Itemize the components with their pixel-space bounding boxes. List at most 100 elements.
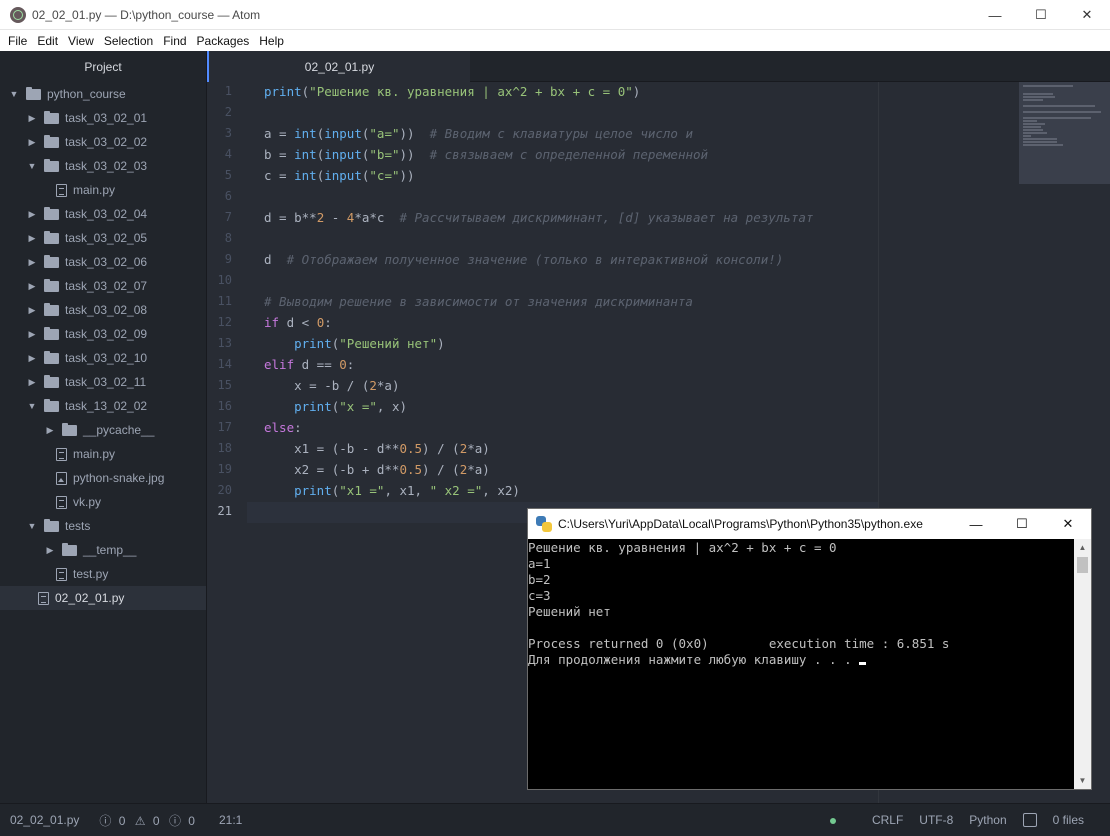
code-token: *a*c	[354, 210, 400, 225]
tree-folder[interactable]: ▶ task_03_02_06	[0, 250, 206, 274]
chevron-right-icon[interactable]: ▶	[26, 113, 38, 124]
console-scrollbar[interactable]: ▲ ▼	[1074, 539, 1091, 789]
code-line[interactable]: print("x =", x)	[264, 396, 407, 417]
menu-file[interactable]: File	[3, 34, 32, 48]
code-line[interactable]: d # Отображаем полученное значение (толь…	[264, 249, 783, 270]
tree-folder[interactable]: ▼ task_03_02_03	[0, 154, 206, 178]
line-number: 7	[224, 210, 232, 224]
grammar-selector[interactable]: Python	[969, 813, 1006, 827]
chevron-right-icon[interactable]: ▶	[26, 377, 38, 388]
chevron-right-icon[interactable]: ▶	[26, 257, 38, 268]
code-token: a =	[264, 126, 295, 141]
tree-folder[interactable]: ▶ task_03_02_11	[0, 370, 206, 394]
tree-folder[interactable]: ▶ task_03_02_07	[0, 274, 206, 298]
menu-help[interactable]: Help	[254, 34, 289, 48]
tree-file[interactable]: 02_02_01.py	[0, 586, 206, 610]
chevron-right-icon[interactable]: ▶	[26, 137, 38, 148]
scrollbar-thumb[interactable]	[1077, 557, 1088, 573]
scroll-up-arrow-icon[interactable]: ▲	[1074, 539, 1091, 556]
menu-packages[interactable]: Packages	[192, 34, 255, 48]
code-line[interactable]: # Выводим решение в зависимости от значе…	[264, 291, 693, 312]
console-minimize-button[interactable]: —	[953, 509, 999, 539]
menu-view[interactable]: View	[63, 34, 99, 48]
code-token: ) / (	[422, 462, 460, 477]
code-line[interactable]: print("Решение кв. уравнения | ax^2 + bx…	[264, 81, 640, 102]
code-line[interactable]: d = b**2 - 4*a*c # Рассчитываем дискрими…	[264, 207, 813, 228]
tab-active-file[interactable]: 02_02_01.py	[207, 51, 470, 82]
chevron-right-icon[interactable]: ▶	[26, 329, 38, 340]
code-token: "x1 ="	[339, 483, 385, 498]
tree-folder[interactable]: ▼ task_13_02_02	[0, 394, 206, 418]
tree-folder[interactable]: ▶ __temp__	[0, 538, 206, 562]
console-line: b=2	[528, 572, 551, 587]
menu-selection[interactable]: Selection	[99, 34, 158, 48]
chevron-right-icon[interactable]: ▶	[44, 425, 56, 436]
code-line[interactable]: b = int(input("b=")) # связываем с опред…	[264, 144, 708, 165]
tree-folder[interactable]: ▶ task_03_02_04	[0, 202, 206, 226]
tree-folder[interactable]: ▶ __pycache__	[0, 418, 206, 442]
code-line[interactable]: x1 = (-b - d**0.5) / (2*a)	[264, 438, 490, 459]
code-line[interactable]: print("x1 =", x1, " x2 =", x2)	[264, 480, 520, 501]
linter-status[interactable]: ⓘ 0 ⚠ 0 ⓘ 0	[99, 812, 195, 829]
chevron-right-icon[interactable]: ▶	[26, 281, 38, 292]
chevron-down-icon[interactable]: ▼	[26, 521, 38, 531]
file-encoding[interactable]: UTF-8	[919, 813, 953, 827]
tree-file[interactable]: vk.py	[0, 490, 206, 514]
tree-folder[interactable]: ▶ task_03_02_09	[0, 322, 206, 346]
error-count: 0	[118, 813, 126, 828]
code-line[interactable]: a = int(input("a=")) # Вводим с клавиату…	[264, 123, 693, 144]
folder-icon	[62, 542, 77, 556]
tree-folder[interactable]: ▼ python_course	[0, 82, 206, 106]
tree-folder[interactable]: ▼ tests	[0, 514, 206, 538]
chevron-right-icon[interactable]: ▶	[26, 353, 38, 364]
maximize-button[interactable]: ☐	[1018, 0, 1064, 30]
tree-folder[interactable]: ▶ task_03_02_05	[0, 226, 206, 250]
folder-icon	[44, 278, 59, 292]
python-console-window[interactable]: C:\Users\Yuri\AppData\Local\Programs\Pyt…	[527, 508, 1092, 790]
chevron-right-icon[interactable]: ▶	[26, 233, 38, 244]
tree-file[interactable]: python-snake.jpg	[0, 466, 206, 490]
tree-file[interactable]: main.py	[0, 442, 206, 466]
tree-folder[interactable]: ▶ task_03_02_02	[0, 130, 206, 154]
code-line[interactable]: x = -b / (2*a)	[264, 375, 399, 396]
menu-edit[interactable]: Edit	[32, 34, 63, 48]
chevron-down-icon[interactable]: ▼	[26, 161, 38, 171]
tree-folder[interactable]: ▶ task_03_02_01	[0, 106, 206, 130]
minimap[interactable]	[1019, 82, 1110, 184]
tree-folder[interactable]: ▶ task_03_02_10	[0, 346, 206, 370]
code-token: -	[324, 210, 347, 225]
status-file-name[interactable]: 02_02_01.py	[10, 813, 79, 827]
code-line[interactable]: if d < 0:	[264, 312, 332, 333]
code-line[interactable]: elif d == 0:	[264, 354, 354, 375]
project-panel-header[interactable]: Project	[0, 51, 206, 82]
chevron-right-icon[interactable]: ▶	[26, 209, 38, 220]
line-ending[interactable]: CRLF	[872, 813, 903, 827]
chevron-down-icon[interactable]: ▼	[8, 89, 20, 99]
code-line[interactable]: c = int(input("c="))	[264, 165, 415, 186]
git-files[interactable]: 0 files	[1022, 813, 1100, 828]
cursor-position[interactable]: 21:1	[219, 813, 242, 827]
tree-folder[interactable]: ▶ task_03_02_08	[0, 298, 206, 322]
tree-item-label: main.py	[73, 183, 116, 197]
code-token: "a="	[369, 126, 400, 141]
minimize-button[interactable]: —	[972, 0, 1018, 30]
code-token: d <	[279, 315, 317, 330]
console-line: Для продолжения нажмите любую клавишу . …	[528, 652, 1075, 668]
chevron-down-icon[interactable]: ▼	[26, 401, 38, 411]
tree-file[interactable]: main.py	[0, 178, 206, 202]
status-dot-icon	[829, 813, 852, 827]
code-line[interactable]: x2 = (-b + d**0.5) / (2*a)	[264, 459, 490, 480]
console-maximize-button[interactable]: ☐	[999, 509, 1045, 539]
chevron-right-icon[interactable]: ▶	[44, 545, 56, 556]
tree-item-label: 02_02_01.py	[55, 591, 125, 605]
tree-file[interactable]: test.py	[0, 562, 206, 586]
console-close-button[interactable]: ✕	[1045, 509, 1091, 539]
menu-find[interactable]: Find	[158, 34, 191, 48]
chevron-right-icon[interactable]: ▶	[26, 305, 38, 316]
code-line[interactable]: print("Решений нет")	[264, 333, 445, 354]
scroll-down-arrow-icon[interactable]: ▼	[1074, 772, 1091, 789]
code-line[interactable]: else:	[264, 417, 302, 438]
console-output[interactable]: Решение кв. уравнения | ax^2 + bx + c = …	[528, 539, 1075, 789]
close-button[interactable]: ✕	[1064, 0, 1110, 30]
